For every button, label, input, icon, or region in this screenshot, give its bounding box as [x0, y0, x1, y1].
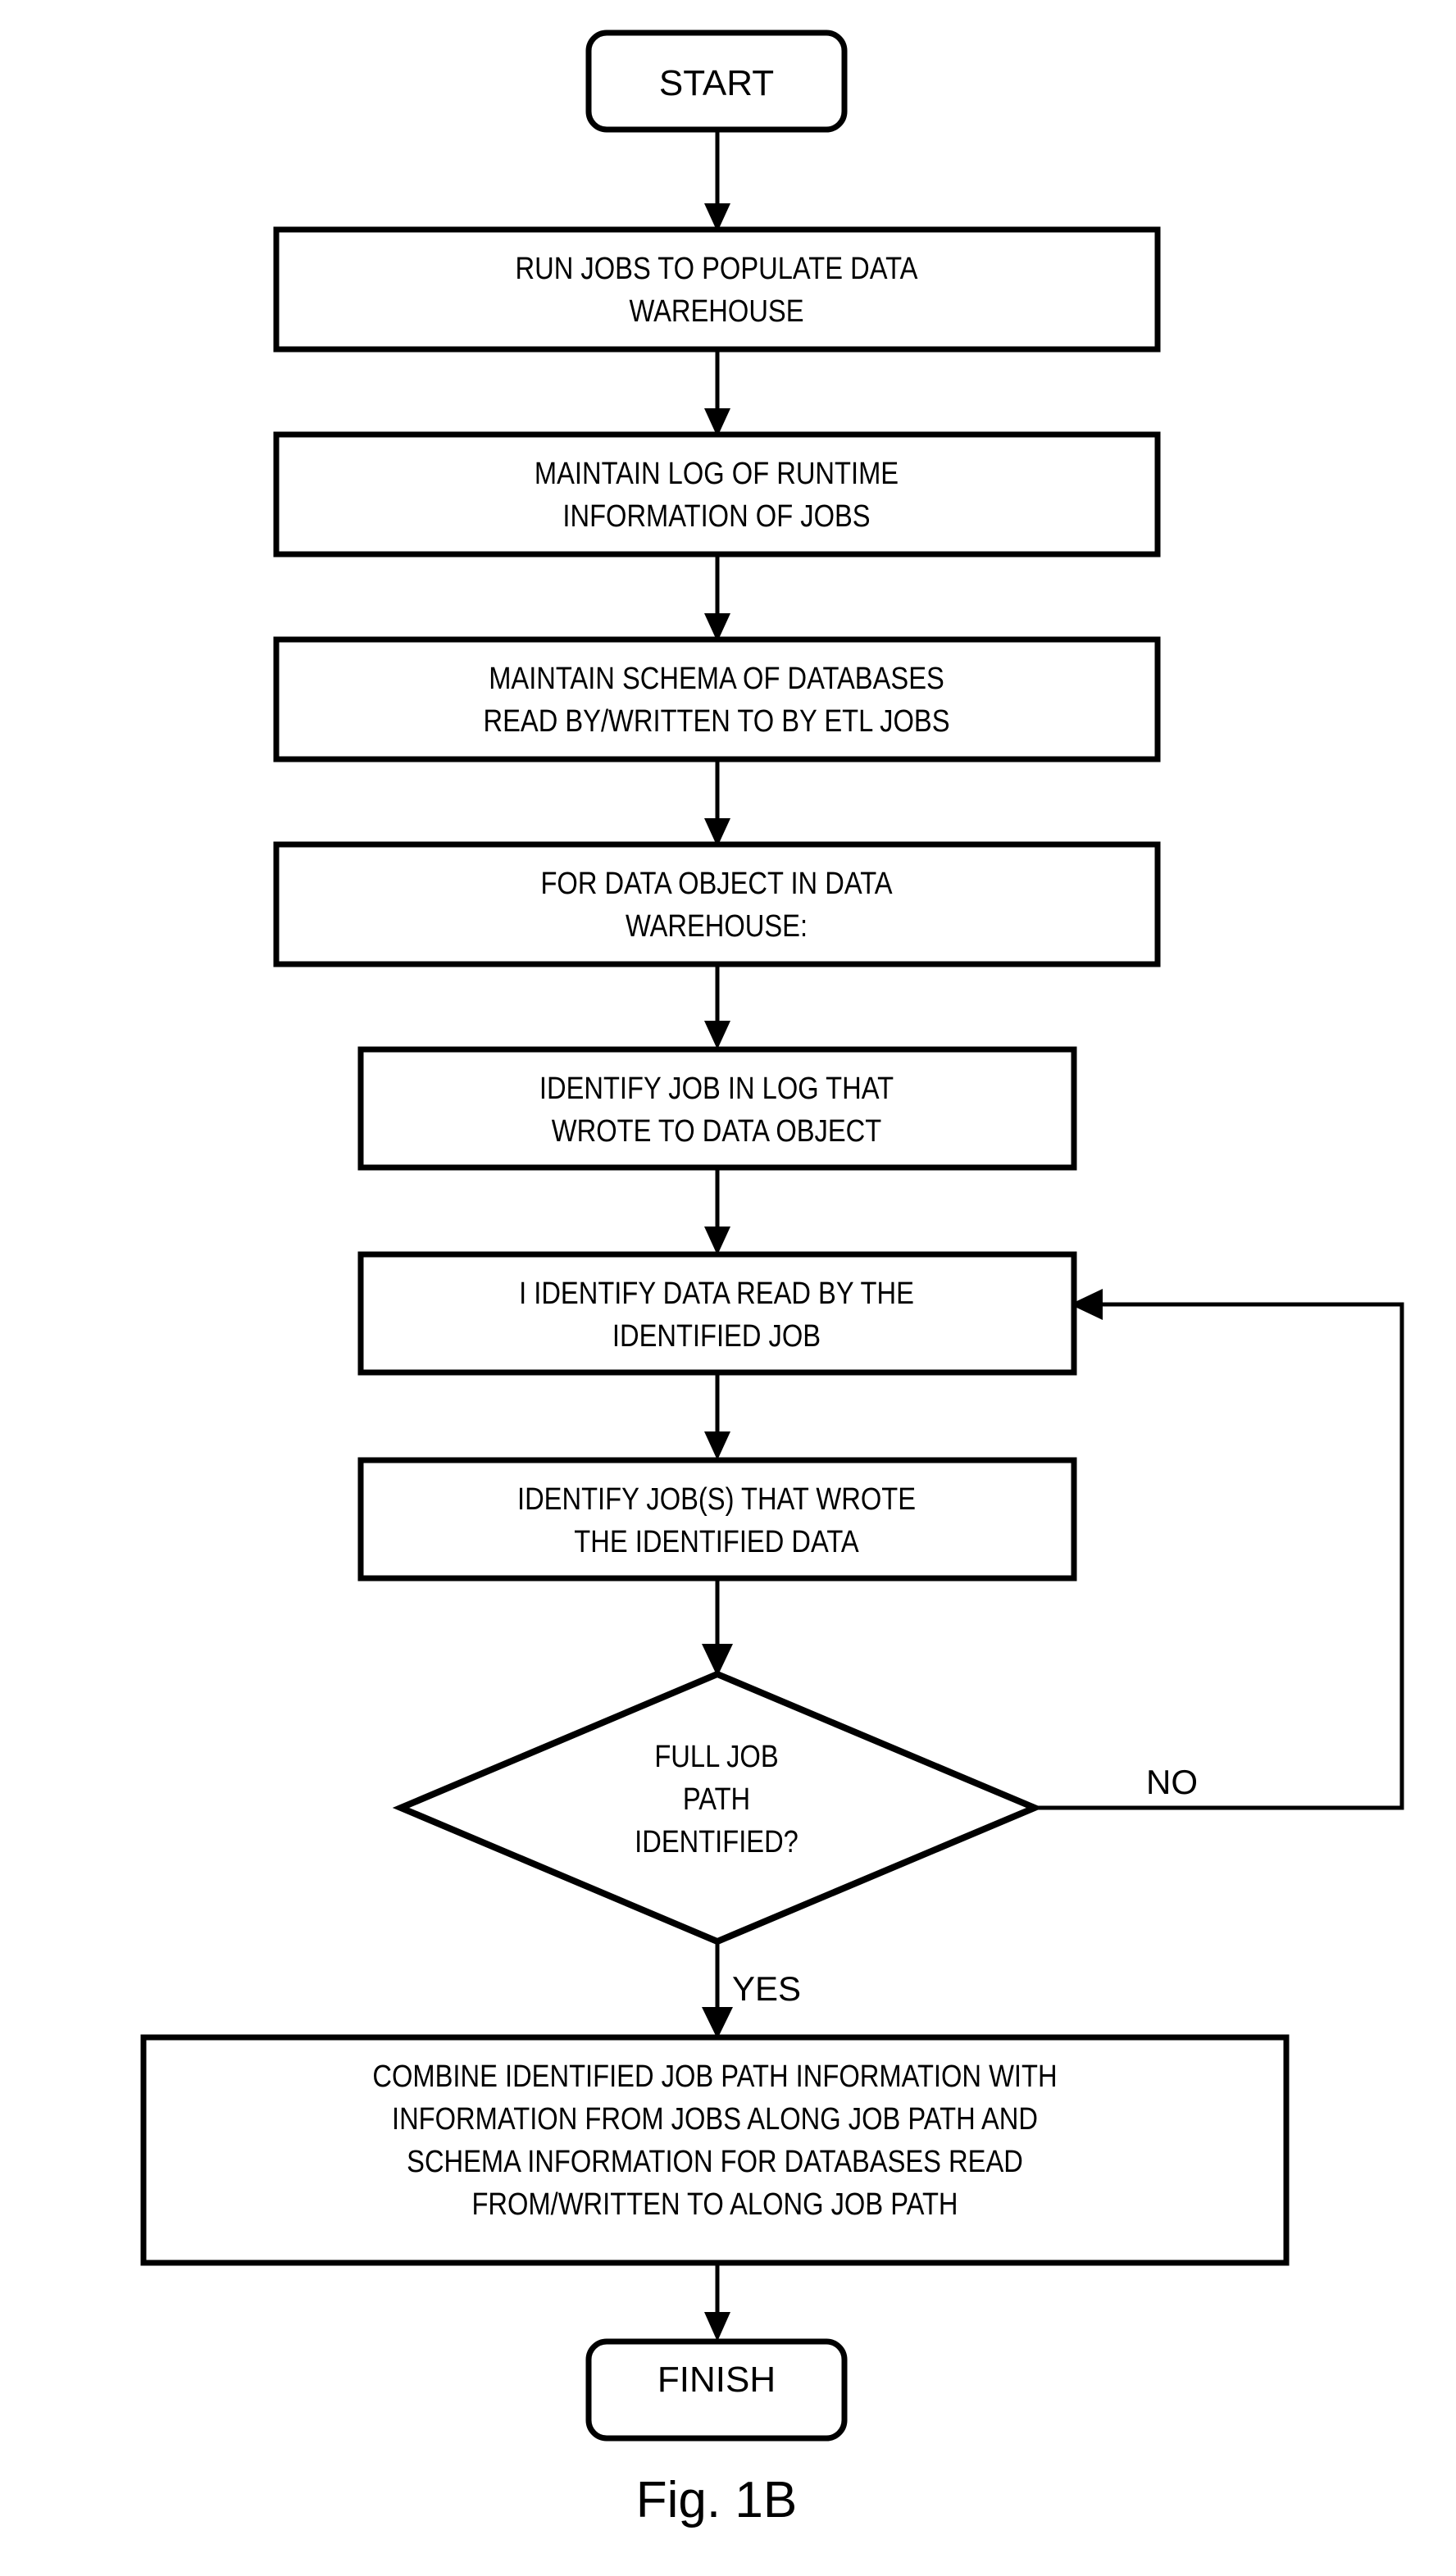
maintain-log-line-2: INFORMATION OF JOBS — [562, 499, 870, 534]
maintain-schema-line-1: MAINTAIN SCHEMA OF DATABASES — [489, 662, 944, 696]
node-finish[interactable]: FINISH — [585, 2338, 848, 2442]
identify-data-read-shape — [357, 1251, 1077, 1376]
node-identify-data-read[interactable]: I IDENTIFY DATA READ BY THE IDENTIFIED J… — [357, 1251, 1077, 1376]
for-data-object-line-2: WAREHOUSE: — [626, 909, 808, 944]
start-label: START — [659, 63, 774, 103]
run-jobs-line-1: RUN JOBS TO POPULATE DATA — [516, 252, 918, 286]
finish-label: FINISH — [657, 2360, 776, 2400]
figure-page: START RUN JOBS TO POPULATE DATA WAREHOUS… — [0, 0, 1456, 2576]
maintain-schema-shape — [273, 636, 1161, 762]
edge-combine-to-finish — [704, 2263, 730, 2342]
edge-maintain-schema-to-for-data-object — [704, 758, 730, 847]
identify-data-read-line-2: IDENTIFIED JOB — [612, 1319, 821, 1354]
decision-line-3: IDENTIFIED? — [635, 1825, 799, 1859]
node-for-data-object[interactable]: FOR DATA OBJECT IN DATA WAREHOUSE: — [273, 841, 1161, 967]
for-data-object-shape — [273, 841, 1161, 967]
node-combine[interactable]: COMBINE IDENTIFIED JOB PATH INFORMATION … — [140, 2034, 1290, 2266]
combine-line-3: SCHEMA INFORMATION FOR DATABASES READ — [407, 2145, 1023, 2179]
node-maintain-log[interactable]: MAINTAIN LOG OF RUNTIME INFORMATION OF J… — [273, 431, 1161, 558]
edge-identify-job-in-log-to-identify-data-read — [704, 1167, 730, 1255]
node-identify-jobs-wrote[interactable]: IDENTIFY JOB(S) THAT WROTE THE IDENTIFIE… — [357, 1457, 1077, 1582]
identify-jobs-wrote-shape — [357, 1457, 1077, 1582]
identify-jobs-wrote-line-1: IDENTIFY JOB(S) THAT WROTE — [517, 1482, 916, 1517]
edge-start-to-run-jobs — [704, 129, 730, 232]
figure-caption: Fig. 1B — [636, 2472, 797, 2528]
edge-identify-data-read-to-identify-jobs-wrote — [704, 1372, 730, 1460]
edge-label-yes: YES — [732, 1969, 801, 2008]
node-full-job-path-decision[interactable]: FULL JOB PATH IDENTIFIED? — [392, 1670, 1044, 1946]
maintain-log-shape — [273, 431, 1161, 558]
combine-line-4: FROM/WRITTEN TO ALONG JOB PATH — [471, 2187, 958, 2222]
maintain-schema-line-2: READ BY/WRITTEN TO BY ETL JOBS — [484, 704, 950, 739]
edge-run-jobs-to-maintain-log — [704, 348, 730, 437]
run-jobs-line-2: WAREHOUSE — [629, 294, 803, 329]
flowchart-canvas: START RUN JOBS TO POPULATE DATA WAREHOUS… — [140, 30, 1404, 2528]
edge-label-no: NO — [1146, 1763, 1198, 1801]
edge-for-data-object-to-identify-job-in-log — [704, 963, 730, 1049]
maintain-log-line-1: MAINTAIN LOG OF RUNTIME — [535, 457, 899, 491]
node-identify-job-in-log[interactable]: IDENTIFY JOB IN LOG THAT WROTE TO DATA O… — [357, 1046, 1077, 1171]
identify-job-in-log-shape — [357, 1046, 1077, 1171]
node-run-jobs[interactable]: RUN JOBS TO POPULATE DATA WAREHOUSE — [273, 226, 1161, 353]
combine-line-1: COMBINE IDENTIFIED JOB PATH INFORMATION … — [372, 2059, 1057, 2094]
edge-maintain-log-to-maintain-schema — [704, 553, 730, 642]
decision-line-1: FULL JOB — [654, 1740, 778, 1774]
edge-decision-yes-to-combine — [702, 1941, 733, 2039]
identify-job-in-log-line-1: IDENTIFY JOB IN LOG THAT — [539, 1072, 894, 1106]
combine-line-2: INFORMATION FROM JOBS ALONG JOB PATH AND — [392, 2102, 1038, 2137]
identify-job-in-log-line-2: WROTE TO DATA OBJECT — [552, 1114, 882, 1149]
edge-identify-jobs-wrote-to-decision — [702, 1578, 733, 1677]
node-maintain-schema[interactable]: MAINTAIN SCHEMA OF DATABASES READ BY/WRI… — [273, 636, 1161, 762]
decision-line-2: PATH — [683, 1782, 750, 1817]
identify-jobs-wrote-line-2: THE IDENTIFIED DATA — [574, 1525, 859, 1559]
run-jobs-shape — [273, 226, 1161, 353]
for-data-object-line-1: FOR DATA OBJECT IN DATA — [540, 867, 893, 901]
identify-data-read-line-1: I IDENTIFY DATA READ BY THE — [519, 1277, 914, 1311]
node-start[interactable]: START — [585, 30, 848, 133]
edge-decision-no-loop — [1035, 1289, 1404, 1810]
